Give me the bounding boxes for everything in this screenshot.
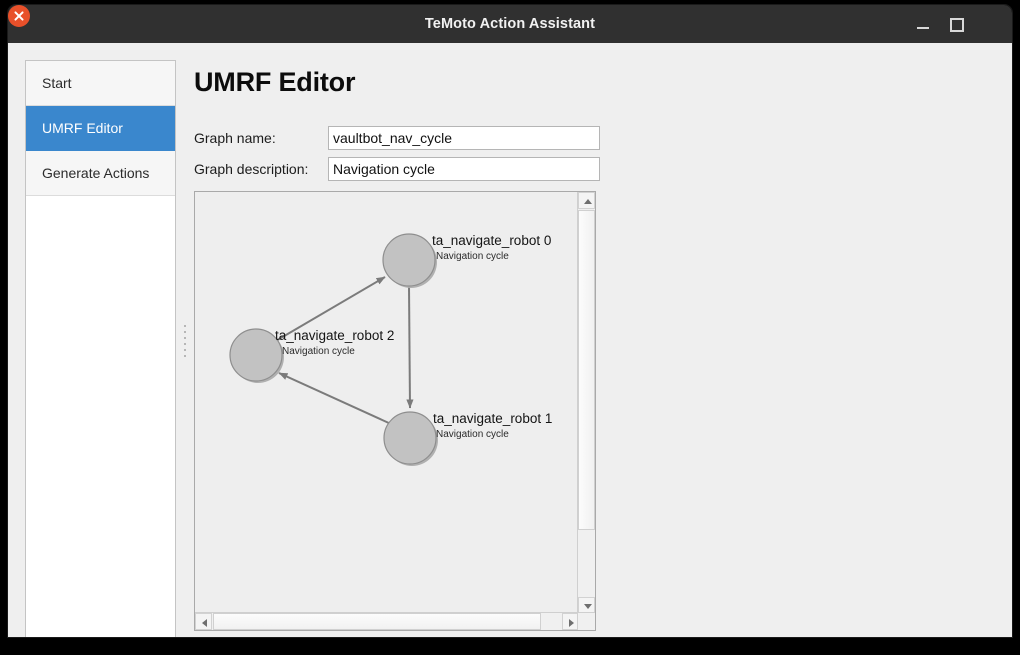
minimize-icon <box>917 27 929 29</box>
sidebar-item-label: Generate Actions <box>42 165 150 181</box>
main-pane: UMRF Editor Graph name: Graph descriptio… <box>189 60 995 637</box>
screen: TeMoto Action Assistant Start UMRF Edito… <box>0 0 1020 655</box>
graph-description-label: Graph description: <box>194 161 309 177</box>
scroll-left-button[interactable] <box>195 613 212 630</box>
scrollbar-corner <box>577 612 595 630</box>
sidebar-item-start[interactable]: Start <box>26 61 175 106</box>
chevron-down-icon <box>584 604 592 609</box>
graph-view[interactable]: ta_navigate_robot 0 Navigation cycle ta_… <box>194 191 596 631</box>
node-circle <box>383 411 437 465</box>
client-area: Start UMRF Editor Generate Actions UMRF … <box>8 43 1012 637</box>
chevron-right-icon <box>569 619 574 627</box>
graph-canvas[interactable]: ta_navigate_robot 0 Navigation cycle ta_… <box>195 192 579 614</box>
node-sublabel: Navigation cycle <box>282 346 355 357</box>
sidebar-item-label: UMRF Editor <box>42 120 123 136</box>
graph-horizontal-scrollbar[interactable] <box>195 612 579 630</box>
splitter-grip-icon <box>184 325 186 357</box>
sidebar-item-umrf-editor[interactable]: UMRF Editor <box>26 106 175 151</box>
sidebar-item-generate-actions[interactable]: Generate Actions <box>26 151 175 196</box>
close-button[interactable] <box>8 5 30 27</box>
horizontal-scrollbar-thumb[interactable] <box>213 613 541 630</box>
graph-node-2: ta_navigate_robot 2 Navigation cycle <box>229 328 394 383</box>
vertical-scrollbar-thumb[interactable] <box>578 210 595 530</box>
graph-node-1: ta_navigate_robot 1 Navigation cycle <box>383 411 552 466</box>
edge-node0-node1 <box>406 285 414 409</box>
pane-splitter[interactable] <box>180 60 189 637</box>
node-label: ta_navigate_robot 1 <box>433 411 552 426</box>
graph-name-label: Graph name: <box>194 130 276 146</box>
sidebar-empty-area <box>26 196 175 636</box>
graph-description-input[interactable] <box>328 157 600 181</box>
sidebar-navigation-list[interactable]: Start UMRF Editor Generate Actions <box>25 60 176 637</box>
graph-nodes: ta_navigate_robot 0 Navigation cycle ta_… <box>229 233 552 466</box>
page-title: UMRF Editor <box>194 67 356 97</box>
edge-node1-node2 <box>278 372 392 425</box>
minimize-button[interactable] <box>914 15 932 33</box>
graph-node-0: ta_navigate_robot 0 Navigation cycle <box>382 233 551 288</box>
node-label: ta_navigate_robot 2 <box>275 328 394 343</box>
node-sublabel: Navigation cycle <box>436 429 509 440</box>
node-label: ta_navigate_robot 0 <box>432 233 551 248</box>
maximize-icon <box>950 18 964 32</box>
chevron-up-icon <box>584 199 592 204</box>
graph-name-input[interactable] <box>328 126 600 150</box>
chevron-left-icon <box>202 619 207 627</box>
graph-svg: ta_navigate_robot 0 Navigation cycle ta_… <box>229 233 552 466</box>
application-window: TeMoto Action Assistant Start UMRF Edito… <box>8 5 1012 637</box>
titlebar: TeMoto Action Assistant <box>8 5 1012 44</box>
node-sublabel: Navigation cycle <box>436 251 509 262</box>
sidebar-item-label: Start <box>42 75 72 91</box>
maximize-button[interactable] <box>947 15 965 33</box>
node-circle <box>382 233 436 287</box>
scroll-up-button[interactable] <box>578 192 595 209</box>
close-icon <box>8 5 30 27</box>
window-title: TeMoto Action Assistant <box>424 16 596 32</box>
graph-vertical-scrollbar[interactable] <box>577 192 595 614</box>
